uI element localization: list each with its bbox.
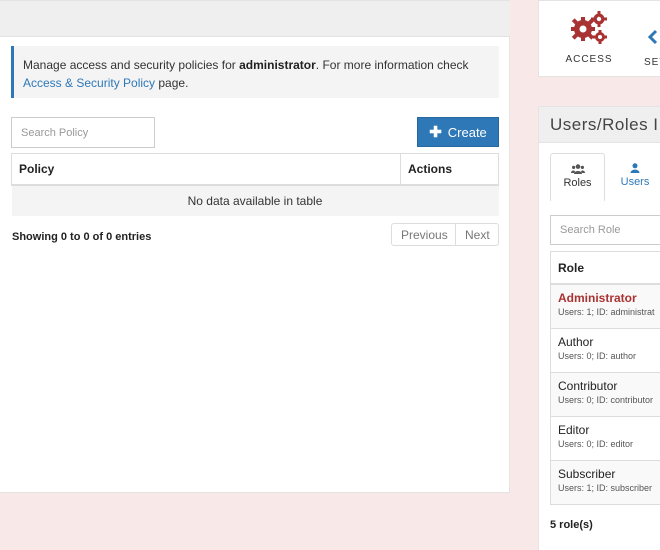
roles-panel-title: Users/Roles I [539, 107, 660, 143]
role-list: Administrator Users: 1; ID: administrat … [550, 285, 660, 505]
role-name: Editor [558, 423, 590, 437]
role-item-subscriber[interactable]: Subscriber Users: 1; ID: subscriber [550, 461, 660, 505]
access-tile[interactable]: ACCESS [558, 9, 620, 65]
column-header-policy[interactable]: Policy [11, 153, 401, 186]
role-name: Administrator [558, 291, 637, 305]
roles-count: 5 role(s) [550, 519, 593, 531]
role-meta: Users: 0; ID: author [558, 351, 637, 361]
column-header-role[interactable]: Role [550, 251, 660, 285]
roles-tabs: Roles Users [550, 153, 660, 201]
empty-table-message: No data available in table [11, 184, 499, 216]
role-item-contributor[interactable]: Contributor Users: 0; ID: contributor [550, 373, 660, 417]
tab-roles-label: Roles [563, 177, 592, 189]
search-policy-input[interactable] [11, 117, 155, 148]
tab-roles[interactable]: Roles [550, 153, 605, 201]
tab-users-label: Users [620, 176, 650, 188]
role-name: Contributor [558, 379, 618, 393]
role-meta: Users: 0; ID: editor [558, 439, 634, 449]
next-page-button[interactable]: Next [456, 223, 499, 246]
info-user: administrator [239, 58, 316, 72]
policy-table: Policy Actions No data available in tabl… [11, 153, 499, 216]
access-label: ACCESS [565, 54, 613, 65]
info-callout: Manage access and security policies for … [11, 46, 499, 98]
role-meta: Users: 1; ID: subscriber [558, 483, 653, 493]
settings-tile[interactable]: SET [644, 9, 660, 68]
column-header-actions: Actions [400, 153, 499, 186]
role-item-author[interactable]: Author Users: 0; ID: author [550, 329, 660, 373]
entries-info: Showing 0 to 0 of 0 entries [12, 231, 152, 243]
role-item-editor[interactable]: Editor Users: 0; ID: editor [550, 417, 660, 461]
role-meta: Users: 0; ID: contributor [558, 395, 654, 405]
users-icon [570, 164, 585, 174]
role-name: Subscriber [558, 467, 616, 481]
gears-icon [571, 11, 607, 44]
search-role-input[interactable] [550, 215, 660, 245]
settings-label: SET [644, 57, 660, 68]
pagination: Previous Next [391, 223, 499, 246]
role-name: Author [558, 335, 594, 349]
create-policy-button[interactable]: ✚ Create [417, 117, 499, 147]
previous-page-button[interactable]: Previous [391, 223, 456, 246]
users-roles-panel: Users/Roles I Roles Users Search Role Ro… [538, 106, 660, 550]
plus-icon: ✚ [429, 123, 442, 141]
settings-icon [647, 29, 658, 45]
role-meta: Users: 1; ID: administrat [558, 307, 655, 317]
info-text: Manage access and security policies for [23, 58, 240, 72]
info-suffix: page. [155, 76, 189, 90]
role-item-administrator[interactable]: Administrator Users: 1; ID: administrat [550, 285, 660, 329]
quick-links-box: ACCESS SET [538, 0, 660, 77]
create-label: Create [447, 124, 487, 140]
info-text-after: . For more information check [315, 58, 469, 72]
user-icon [630, 163, 640, 173]
tab-users[interactable]: Users [605, 153, 660, 201]
policy-panel: Manage access and security policies for … [0, 0, 510, 493]
panel-header [0, 1, 510, 37]
policy-doc-link[interactable]: Access & Security Policy [23, 76, 155, 90]
